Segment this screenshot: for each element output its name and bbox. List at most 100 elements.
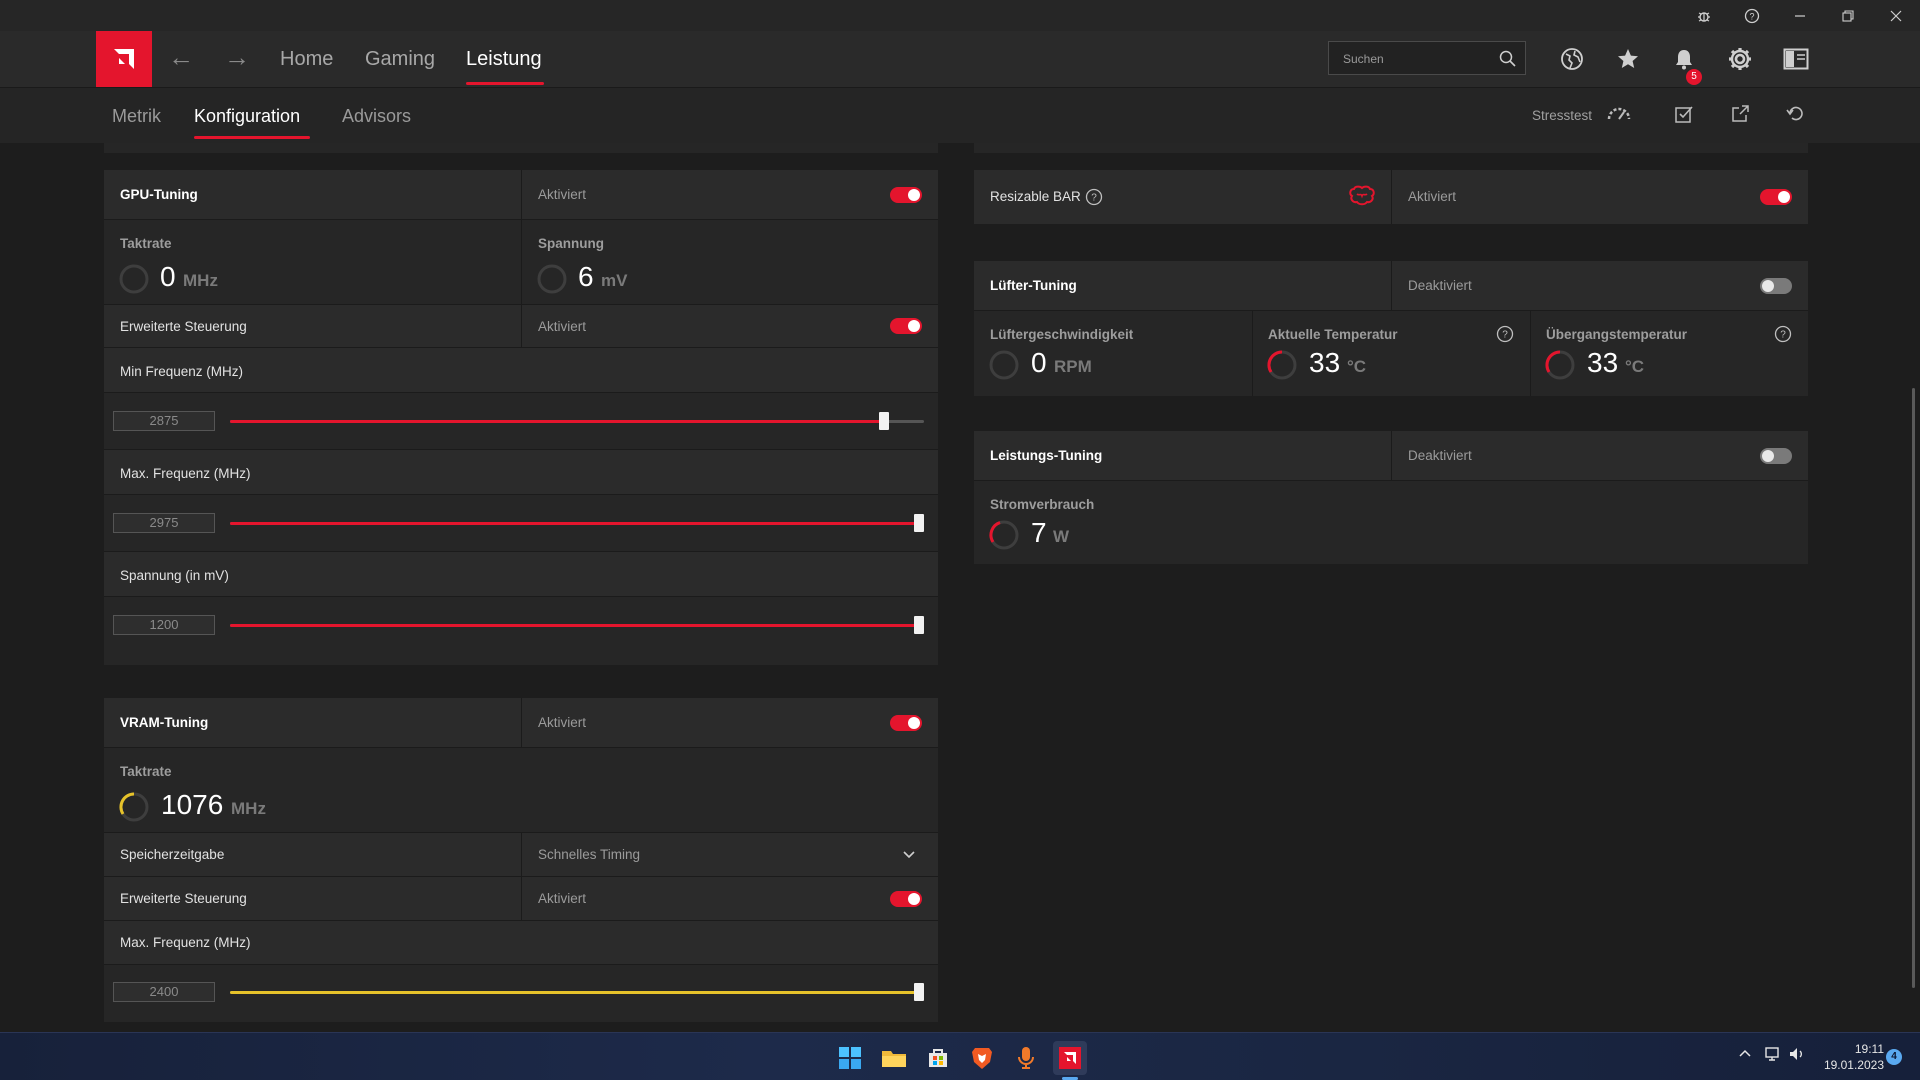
stresstest-gauge-icon[interactable] bbox=[1606, 104, 1632, 127]
divider bbox=[521, 698, 522, 748]
help-icon[interactable]: ? bbox=[1496, 325, 1514, 343]
power-value: 7 bbox=[1031, 517, 1047, 548]
network-icon[interactable] bbox=[1764, 1046, 1782, 1065]
notification-badge: 5 bbox=[1686, 69, 1702, 85]
current-temp-value: 33 bbox=[1309, 347, 1341, 378]
vram-tuning-panel: VRAM-Tuning Aktiviert Taktrate 1076 MHz … bbox=[104, 698, 938, 1022]
clock-date[interactable]: 19.01.2023 bbox=[1822, 1058, 1884, 1072]
gpu-tuning-title: GPU-Tuning bbox=[120, 187, 198, 202]
store-icon[interactable] bbox=[921, 1041, 955, 1075]
tab-advisors[interactable]: Advisors bbox=[342, 106, 411, 127]
power-tuning-toggle[interactable] bbox=[1760, 448, 1792, 464]
resizable-bar-panel: Resizable BAR ? Aktiviert bbox=[974, 170, 1808, 224]
brain-icon bbox=[1349, 185, 1375, 206]
bug-report-icon[interactable] bbox=[1680, 0, 1728, 31]
power-gauge-icon bbox=[989, 520, 1019, 550]
help-icon[interactable]: ? bbox=[1774, 325, 1792, 343]
min-freq-label: Min Frequenz (MHz) bbox=[120, 364, 244, 379]
export-icon[interactable] bbox=[1730, 104, 1750, 129]
divider bbox=[1530, 311, 1531, 396]
windows-start-icon[interactable] bbox=[833, 1041, 867, 1075]
min-freq-header: Min Frequenz (MHz) bbox=[104, 348, 938, 393]
divider bbox=[1252, 311, 1253, 396]
fan-tuning-toggle[interactable] bbox=[1760, 278, 1792, 294]
nav-gaming[interactable]: Gaming bbox=[365, 48, 435, 71]
reset-icon[interactable] bbox=[1786, 104, 1806, 129]
resizable-bar-title: Resizable BAR bbox=[990, 189, 1081, 204]
min-freq-handle[interactable] bbox=[879, 412, 890, 430]
search-input[interactable] bbox=[1341, 42, 1495, 76]
junction-temp-label: Übergangstemperatur bbox=[1546, 327, 1688, 342]
tab-konfiguration[interactable]: Konfiguration bbox=[194, 106, 300, 127]
star-icon[interactable] bbox=[1614, 45, 1642, 73]
volume-icon[interactable] bbox=[1788, 1046, 1806, 1065]
vram-erweitert-row: Erweiterte Steuerung Aktiviert bbox=[104, 877, 938, 921]
previous-panel-edge bbox=[104, 143, 938, 153]
forward-arrow-icon[interactable]: → bbox=[224, 44, 250, 70]
help-icon[interactable]: ? bbox=[1085, 188, 1103, 206]
power-tuning-title: Leistungs-Tuning bbox=[990, 448, 1103, 463]
taskbar: 19:11 19.01.2023 4 bbox=[0, 1032, 1920, 1080]
power-tuning-header: Leistungs-Tuning Deaktiviert bbox=[974, 431, 1808, 481]
fan-speed-gauge-icon bbox=[989, 350, 1019, 380]
vram-erweitert-label: Erweiterte Steuerung bbox=[120, 891, 247, 906]
svg-text:?: ? bbox=[1502, 330, 1508, 341]
vram-max-freq-value[interactable]: 2400 bbox=[113, 982, 215, 1002]
vram-max-freq-label: Max. Frequenz (MHz) bbox=[120, 935, 251, 950]
nav-leistung[interactable]: Leistung bbox=[466, 48, 542, 71]
divider bbox=[521, 170, 522, 220]
close-button[interactable] bbox=[1872, 0, 1920, 31]
tab-metrik[interactable]: Metrik bbox=[112, 106, 161, 127]
max-freq-fill bbox=[230, 522, 924, 525]
junction-temp-gauge-icon bbox=[1545, 350, 1575, 380]
min-freq-value[interactable]: 2875 bbox=[113, 411, 215, 431]
minimize-button[interactable] bbox=[1776, 0, 1824, 31]
notification-center-badge[interactable]: 4 bbox=[1886, 1049, 1902, 1065]
back-arrow-icon[interactable]: ← bbox=[168, 44, 194, 70]
stresstest-label[interactable]: Stresstest bbox=[1532, 108, 1592, 123]
resizable-bar-toggle[interactable] bbox=[1760, 189, 1792, 205]
gpu-erweitert-status: Aktiviert bbox=[538, 319, 587, 334]
title-bar: ? bbox=[0, 0, 1920, 31]
globe-icon[interactable] bbox=[1558, 45, 1586, 73]
sidebar-panel-icon[interactable] bbox=[1782, 45, 1810, 73]
microphone-app-icon[interactable] bbox=[1009, 1041, 1043, 1075]
restore-button[interactable] bbox=[1824, 0, 1872, 31]
apply-changes-icon[interactable] bbox=[1674, 104, 1694, 129]
gpu-erweitert-toggle[interactable] bbox=[890, 318, 922, 334]
current-temp-label: Aktuelle Temperatur bbox=[1268, 327, 1398, 342]
divider bbox=[521, 877, 522, 921]
gpu-erweitert-row: Erweiterte Steuerung Aktiviert bbox=[104, 305, 938, 348]
tray-chevron-up-icon[interactable] bbox=[1738, 1047, 1752, 1064]
search-icon[interactable] bbox=[1499, 50, 1516, 72]
max-freq-handle[interactable] bbox=[914, 514, 924, 532]
help-icon[interactable]: ? bbox=[1728, 0, 1776, 31]
vram-tuning-status: Aktiviert bbox=[538, 715, 587, 730]
amd-software-taskbar-icon[interactable] bbox=[1053, 1041, 1087, 1075]
brave-browser-icon[interactable] bbox=[965, 1041, 999, 1075]
vram-tuning-toggle[interactable] bbox=[890, 715, 922, 731]
gpu-tuning-toggle[interactable] bbox=[890, 187, 922, 203]
chevron-down-icon[interactable] bbox=[902, 847, 916, 866]
clock-time[interactable]: 19:11 bbox=[1826, 1042, 1884, 1056]
divider bbox=[521, 305, 522, 348]
vram-erweitert-toggle[interactable] bbox=[890, 891, 922, 907]
svg-text:?: ? bbox=[1780, 330, 1786, 341]
spannung-mv-handle[interactable] bbox=[914, 616, 924, 634]
sub-header: Metrik Konfiguration Advisors Stresstest bbox=[0, 88, 1920, 143]
min-freq-slider-row: 2875 bbox=[104, 393, 938, 450]
vram-max-freq-handle[interactable] bbox=[914, 983, 924, 1001]
scrollbar[interactable] bbox=[1912, 388, 1915, 988]
vram-max-freq-fill bbox=[230, 991, 924, 994]
nav-home[interactable]: Home bbox=[280, 48, 333, 71]
fan-speed-label: Lüftergeschwindigkeit bbox=[990, 327, 1134, 342]
speicher-select[interactable]: Schnelles Timing bbox=[538, 847, 640, 862]
vram-max-freq-slider-row: 2400 bbox=[104, 965, 938, 1022]
gear-icon[interactable] bbox=[1726, 45, 1754, 73]
fan-metrics-row: Lüftergeschwindigkeit 0 RPM Aktuelle Tem… bbox=[974, 311, 1808, 396]
spannung-mv-slider-row: 1200 bbox=[104, 597, 938, 665]
amd-logo-icon[interactable] bbox=[96, 31, 152, 87]
max-freq-value[interactable]: 2975 bbox=[113, 513, 215, 533]
spannung-mv-value[interactable]: 1200 bbox=[113, 615, 215, 635]
file-explorer-icon[interactable] bbox=[877, 1041, 911, 1075]
